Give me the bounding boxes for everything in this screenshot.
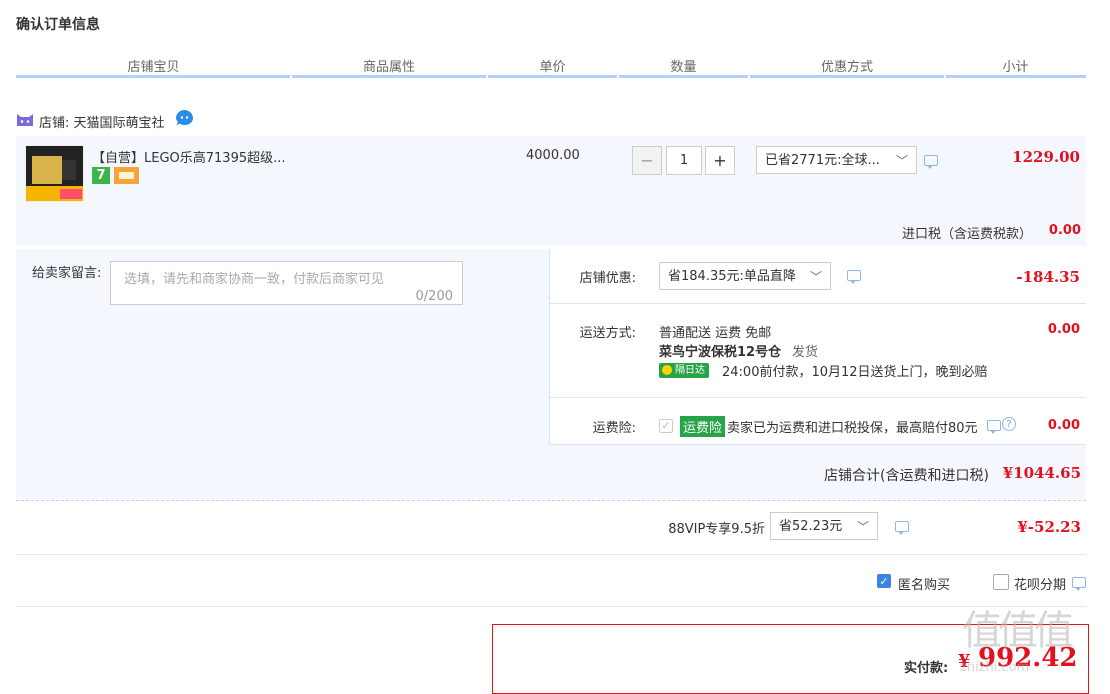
anonymous-checkbox[interactable]: ✓ — [877, 574, 891, 588]
col-header-subtotal: 小计 — [1002, 60, 1029, 75]
seller-message-placeholder: 选填，请先和商家协商一致，付款后商家可见 — [124, 272, 385, 287]
shipping-label: 运送方式: — [579, 326, 636, 341]
col-header-shop-item: 店铺宝贝 — [127, 60, 180, 75]
next-day-delivery-tag: 隔日达 — [659, 363, 709, 378]
divider — [16, 606, 1086, 607]
item-discount-select[interactable]: 已省2771元:全球... ﹀ — [756, 146, 917, 174]
shipping-warehouse: 菜鸟宁波保税12号仓 — [659, 345, 782, 360]
shop-discount-value-text: 省184.35元:单品直降 — [668, 269, 796, 284]
divider — [16, 500, 1086, 501]
product-thumbnail[interactable] — [25, 145, 84, 202]
shipping-fee-value: 0.00 — [1047, 322, 1080, 337]
shop-cat-icon — [16, 112, 34, 127]
shop-discount-amount: -184.35 — [1016, 268, 1080, 286]
divider — [549, 249, 550, 445]
shop-discount-label: 店铺优惠: — [579, 271, 636, 286]
col-header-quantity: 数量 — [670, 60, 697, 75]
shop-total-value: ¥1044.65 — [1002, 464, 1081, 482]
seven-day-return-badge: 7 — [92, 167, 110, 184]
quantity-input[interactable]: 1 — [666, 146, 702, 175]
col-header-attributes: 商品属性 — [362, 60, 415, 75]
insurance-label: 运费险: — [592, 421, 636, 436]
chevron-down-icon: ﹀ — [809, 270, 822, 284]
chat-icon[interactable] — [987, 420, 1001, 434]
chevron-down-icon: ﹀ — [895, 154, 908, 168]
seller-message-label: 给卖家留言: — [32, 266, 102, 281]
huabei-label[interactable]: 花呗分期 — [1014, 574, 1066, 593]
shipping-method: 普通配送 运费 免邮 — [659, 326, 772, 341]
chat-icon[interactable] — [895, 521, 909, 535]
watermark-url: zhizhi.com — [960, 660, 1030, 675]
payment-label: 实付款: — [904, 661, 949, 676]
header-underline — [292, 75, 486, 78]
chat-icon[interactable] — [924, 155, 938, 169]
chevron-down-icon: ﹀ — [856, 520, 869, 534]
chat-icon[interactable] — [1072, 577, 1086, 591]
divider — [16, 554, 1086, 555]
header-underline — [946, 75, 1086, 78]
header-underline — [488, 75, 617, 78]
next-day-tag-text: 隔日达 — [675, 365, 705, 376]
shop-name[interactable]: 店铺: 天猫国际萌宝社 — [39, 112, 165, 131]
insurance-checkbox[interactable]: ✓ — [659, 419, 673, 433]
item-subtotal: 1229.00 — [1012, 148, 1080, 166]
quantity-increase-button[interactable]: + — [705, 146, 735, 175]
vip-discount-label: 88VIP专享9.5折 — [668, 522, 765, 537]
vip-discount-select-text: 省52.23元 — [779, 519, 843, 534]
insurance-value: 0.00 — [1047, 418, 1080, 433]
col-header-price: 单价 — [539, 60, 566, 75]
divider — [550, 397, 1086, 398]
chat-icon[interactable] — [847, 270, 861, 284]
watermark-logo: 值值值 — [962, 608, 1074, 654]
divider — [550, 303, 1086, 304]
product-title[interactable]: 【自营】LEGO乐高71395超级... — [92, 147, 312, 166]
shop-discount-select[interactable]: 省184.35元:单品直降 ﹀ — [659, 262, 831, 290]
page-title: 确认订单信息 — [16, 17, 100, 33]
delivery-promise: 24:00前付款，10月12日送货上门，晚到必赔 — [722, 365, 988, 380]
card-payment-badge — [114, 167, 139, 184]
huabei-checkbox[interactable] — [993, 574, 1009, 590]
shop-total-label: 店铺合计(含运费和进口税) — [824, 468, 989, 484]
wangwang-icon[interactable] — [175, 109, 194, 127]
item-discount-value: 已省2771元:全球... — [765, 153, 880, 168]
import-tax-label: 进口税（含运费税款） — [901, 227, 1032, 242]
header-underline — [619, 75, 748, 78]
seller-message-input[interactable]: 选填，请先和商家协商一致，付款后商家可见 0/200 — [110, 261, 463, 305]
lightning-icon — [662, 365, 672, 375]
message-char-counter: 0/200 — [415, 289, 453, 304]
divider — [550, 444, 1086, 445]
insurance-tag: 运费险 — [680, 416, 726, 437]
insurance-text: 卖家已为运费和进口税投保，最高赔付80元 — [727, 421, 978, 436]
quantity-decrease-button[interactable]: − — [632, 146, 662, 175]
help-icon[interactable]: ? — [1002, 417, 1016, 431]
vip-discount-select[interactable]: 省52.23元 ﹀ — [770, 512, 878, 540]
header-underline — [16, 75, 290, 78]
unit-price: 4000.00 — [526, 148, 580, 163]
shipping-warehouse-suffix: 发货 — [792, 345, 819, 360]
header-underline — [750, 75, 944, 78]
anonymous-label[interactable]: 匿名购买 — [898, 574, 950, 593]
import-tax-value: 0.00 — [1048, 223, 1081, 238]
vip-discount-value: ¥-52.23 — [1017, 518, 1081, 536]
col-header-discount: 优惠方式 — [820, 60, 873, 75]
